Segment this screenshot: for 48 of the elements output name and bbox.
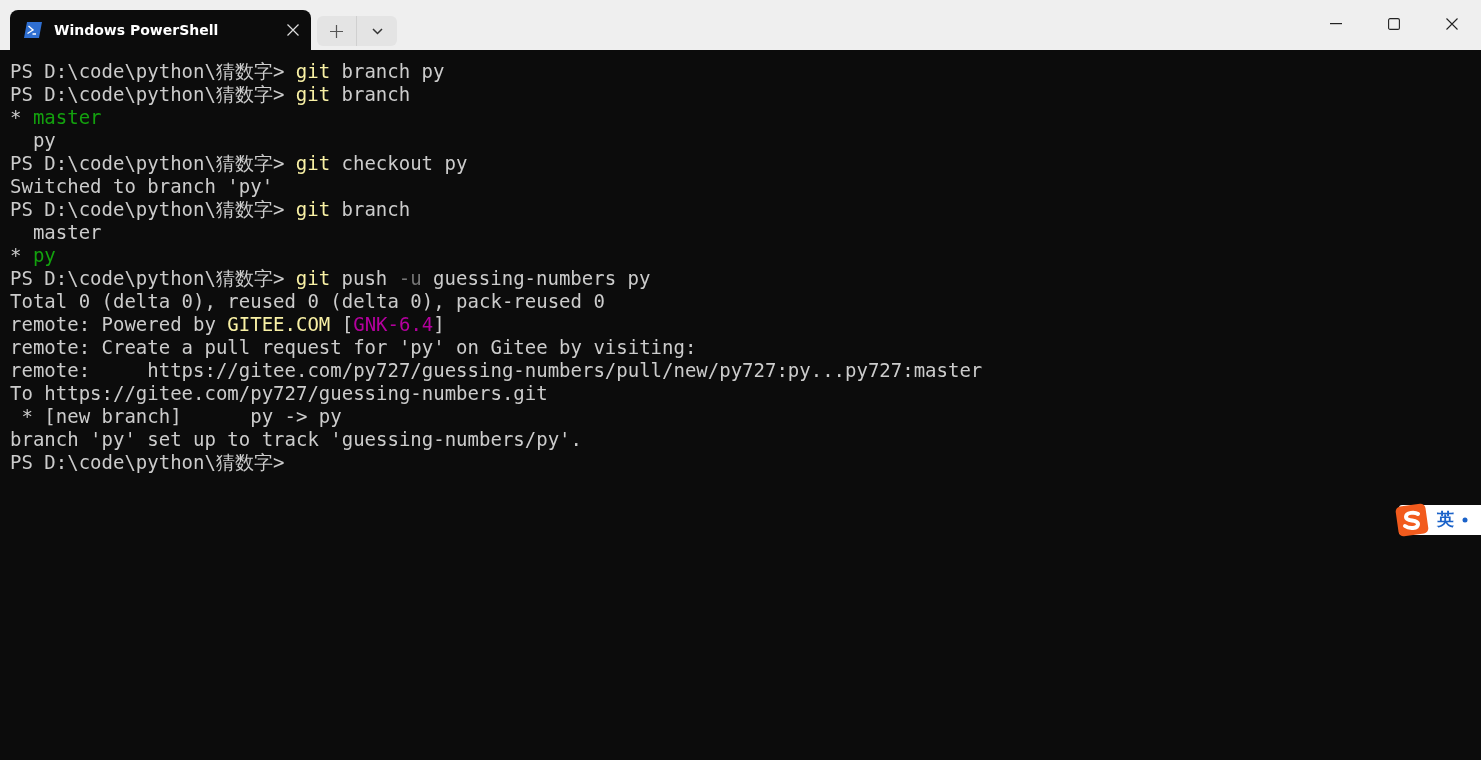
terminal-text: master bbox=[32, 106, 102, 129]
terminal-text: PS D:\code\python\猜数字> bbox=[10, 60, 286, 83]
terminal-text: PS D:\code\python\猜数字> bbox=[10, 152, 286, 175]
terminal-text: Total 0 (delta 0), reused 0 (delta 0), pack-reused 0 bbox=[10, 290, 605, 313]
terminal-text: branch py bbox=[340, 60, 445, 83]
terminal-text: PS D:\code\python\猜数字> bbox=[10, 198, 286, 221]
chevron-down-icon bbox=[371, 27, 383, 35]
terminal-text: PS D:\code\python\猜数字> bbox=[10, 267, 286, 290]
close-icon bbox=[1446, 18, 1458, 30]
plus-icon bbox=[330, 24, 343, 38]
input-mode-label: 英 bbox=[1437, 508, 1454, 532]
terminal-text: -u bbox=[398, 267, 422, 290]
terminal-text: checkout py bbox=[340, 152, 468, 175]
terminal-text: remote: Powered by bbox=[10, 313, 217, 336]
terminal-text: [ bbox=[340, 313, 354, 336]
terminal-text: PS D:\code\python\猜数字> bbox=[10, 451, 285, 474]
terminal-text: * bbox=[10, 244, 23, 267]
terminal-text: py bbox=[31, 129, 56, 152]
terminal-text: push bbox=[340, 267, 389, 290]
sogou-logo-icon bbox=[1395, 503, 1429, 537]
dot-icon bbox=[1462, 517, 1468, 523]
terminal-text: git bbox=[295, 267, 331, 290]
terminal-text: GNK-6.4 bbox=[353, 313, 434, 336]
terminal-text: To https://gitee.com/py727/guessing-numbers.git bbox=[10, 382, 548, 405]
terminal-text: git bbox=[295, 83, 331, 106]
terminal-text: git bbox=[295, 60, 331, 83]
terminal-text: branch bbox=[340, 198, 411, 221]
terminal-text: * bbox=[10, 106, 23, 129]
tab-title: Windows PowerShell bbox=[54, 20, 220, 40]
terminal-text: master bbox=[31, 221, 102, 244]
terminal-text: git bbox=[295, 152, 331, 175]
minimize-icon bbox=[1330, 23, 1342, 25]
maximize-icon bbox=[1388, 18, 1400, 30]
terminal-text: remote: https://gitee.com/py727/guessing-numbers/pull/new/py727:py...py727:master bbox=[10, 359, 983, 382]
tab[interactable]: Windows PowerShell bbox=[10, 10, 311, 50]
terminal-text: Switched to branch 'py' bbox=[10, 175, 274, 198]
terminal-text: branch 'py' set up to track 'guessing-numbers/py'. bbox=[10, 428, 582, 451]
terminal-text: py bbox=[32, 244, 56, 267]
terminal-text: PS D:\code\python\猜数字> bbox=[10, 83, 286, 106]
terminal-text: GITEE.COM bbox=[227, 313, 331, 336]
powershell-icon bbox=[24, 22, 42, 38]
close-icon[interactable] bbox=[287, 24, 299, 36]
terminal-text: guessing-numbers py bbox=[432, 267, 651, 290]
terminal-text: * [new branch] py -> py bbox=[20, 405, 342, 428]
terminal-text: git bbox=[295, 198, 331, 221]
terminal-text: ] bbox=[433, 313, 445, 336]
terminal-text: branch bbox=[340, 83, 411, 106]
terminal-text: remote: Create a pull request for 'py' on Gitee by visiting: bbox=[10, 336, 697, 359]
